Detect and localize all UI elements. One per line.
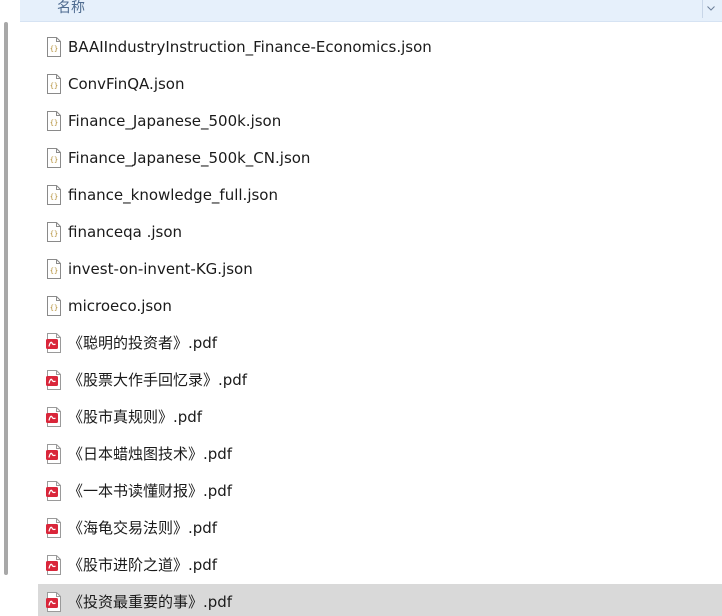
file-row[interactable]: 《股市进阶之道》.pdf xyxy=(38,547,722,584)
svg-text:{}: {} xyxy=(50,45,58,53)
pdf-file-icon xyxy=(46,370,62,390)
svg-text:{}: {} xyxy=(50,82,58,90)
file-name: Finance_Japanese_500k.json xyxy=(68,112,282,130)
file-name: 《股票大作手回忆录》.pdf xyxy=(68,371,248,389)
file-row[interactable]: {} microeco.json xyxy=(38,288,722,325)
svg-text:{}: {} xyxy=(50,156,58,164)
svg-text:{}: {} xyxy=(50,230,58,238)
json-file-icon: {} xyxy=(46,259,62,279)
file-name: BAAIIndustryInstruction_Finance-Economic… xyxy=(68,38,432,56)
pdf-file-icon xyxy=(46,333,62,353)
file-name: 《股市进阶之道》.pdf xyxy=(68,556,218,574)
svg-text:{}: {} xyxy=(50,119,58,127)
file-name: invest-on-invent-KG.json xyxy=(68,260,253,278)
json-file-icon: {} xyxy=(46,185,62,205)
file-name: 《日本蜡烛图技术》.pdf xyxy=(68,445,233,463)
file-row[interactable]: 《股票大作手回忆录》.pdf xyxy=(38,362,722,399)
file-name: finance_knowledge_full.json xyxy=(68,186,278,204)
file-row[interactable]: {} invest-on-invent-KG.json xyxy=(38,251,722,288)
pdf-file-icon xyxy=(46,407,62,427)
file-row[interactable]: 《海龟交易法则》.pdf xyxy=(38,510,722,547)
pdf-file-icon xyxy=(46,555,62,575)
json-file-icon: {} xyxy=(46,74,62,94)
file-name: financeqa .json xyxy=(68,223,183,241)
json-file-icon: {} xyxy=(46,296,62,316)
file-row[interactable]: {} finance_knowledge_full.json xyxy=(38,177,722,214)
file-name: 《投资最重要的事》.pdf xyxy=(68,593,233,611)
svg-text:{}: {} xyxy=(50,267,58,275)
file-row[interactable]: 《股市真规则》.pdf xyxy=(38,399,722,436)
svg-text:{}: {} xyxy=(50,193,58,201)
pdf-file-icon xyxy=(46,444,62,464)
pdf-file-icon xyxy=(46,518,62,538)
file-row[interactable]: {} Finance_Japanese_500k_CN.json xyxy=(38,140,722,177)
vertical-scrollbar[interactable] xyxy=(0,0,12,616)
pdf-file-icon xyxy=(46,592,62,612)
file-explorer-window: 名称 {} BAAIIndustryInstruction_Finance-Eco… xyxy=(0,0,722,616)
json-file-icon: {} xyxy=(46,111,62,131)
file-row[interactable]: 《投资最重要的事》.pdf xyxy=(38,584,722,616)
file-name: ConvFinQA.json xyxy=(68,75,185,93)
file-row[interactable]: {} ConvFinQA.json xyxy=(38,66,722,103)
column-header-name[interactable]: 名称 xyxy=(20,0,722,22)
scrollbar-thumb[interactable] xyxy=(4,22,8,575)
file-name: 《股市真规则》.pdf xyxy=(68,408,203,426)
json-file-icon: {} xyxy=(46,37,62,57)
file-name: Finance_Japanese_500k_CN.json xyxy=(68,149,311,167)
column-header-label: 名称 xyxy=(57,0,85,16)
pdf-file-icon xyxy=(46,481,62,501)
file-row[interactable]: 《一本书读懂财报》.pdf xyxy=(38,473,722,510)
chevron-down-icon[interactable] xyxy=(702,0,718,18)
file-row[interactable]: 《聪明的投资者》.pdf xyxy=(38,325,722,362)
file-name: 《一本书读懂财报》.pdf xyxy=(68,482,233,500)
file-row[interactable]: {} BAAIIndustryInstruction_Finance-Econom… xyxy=(38,29,722,66)
file-name: 《聪明的投资者》.pdf xyxy=(68,334,218,352)
file-row[interactable]: {} financeqa .json xyxy=(38,214,722,251)
file-name: microeco.json xyxy=(68,297,172,315)
json-file-icon: {} xyxy=(46,148,62,168)
file-name: 《海龟交易法则》.pdf xyxy=(68,519,218,537)
file-row[interactable]: {} Finance_Japanese_500k.json xyxy=(38,103,722,140)
svg-text:{}: {} xyxy=(50,304,58,312)
file-row[interactable]: 《日本蜡烛图技术》.pdf xyxy=(38,436,722,473)
json-file-icon: {} xyxy=(46,222,62,242)
